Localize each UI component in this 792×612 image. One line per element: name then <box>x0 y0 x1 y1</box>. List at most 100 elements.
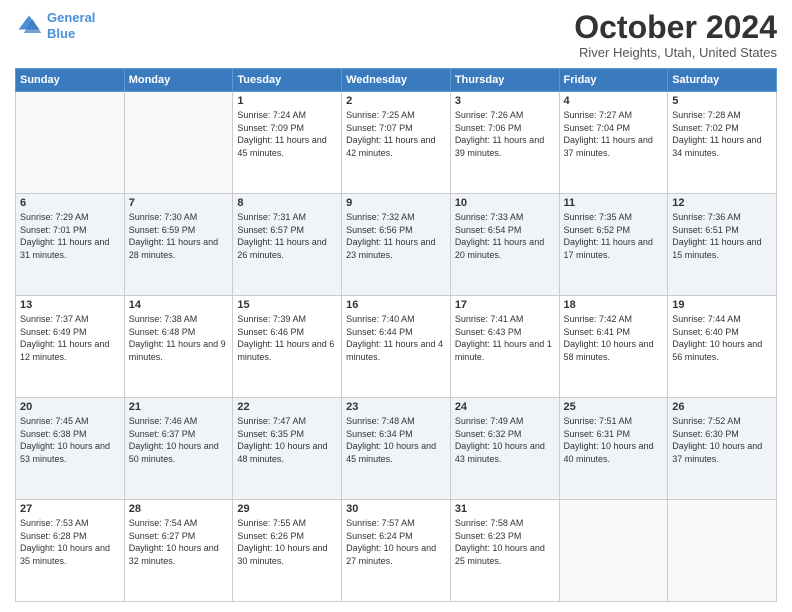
day-info: Sunrise: 7:40 AM Sunset: 6:44 PM Dayligh… <box>346 313 446 363</box>
day-info: Sunrise: 7:58 AM Sunset: 6:23 PM Dayligh… <box>455 517 555 567</box>
calendar-cell: 18 Sunrise: 7:42 AM Sunset: 6:41 PM Dayli… <box>559 296 668 398</box>
day-info: Sunrise: 7:57 AM Sunset: 6:24 PM Dayligh… <box>346 517 446 567</box>
day-number: 5 <box>672 95 772 107</box>
calendar-header-row: SundayMondayTuesdayWednesdayThursdayFrid… <box>16 69 777 92</box>
day-info: Sunrise: 7:31 AM Sunset: 6:57 PM Dayligh… <box>237 211 337 261</box>
day-number: 8 <box>237 197 337 209</box>
day-info: Sunrise: 7:48 AM Sunset: 6:34 PM Dayligh… <box>346 415 446 465</box>
day-info: Sunrise: 7:29 AM Sunset: 7:01 PM Dayligh… <box>20 211 120 261</box>
day-info: Sunrise: 7:47 AM Sunset: 6:35 PM Dayligh… <box>237 415 337 465</box>
day-number: 14 <box>129 299 229 311</box>
calendar-cell: 26Sunrise: 7:52 AM Sunset: 6:30 PM Dayli… <box>668 398 777 500</box>
month-title: October 2024 <box>574 10 777 45</box>
day-info: Sunrise: 7:32 AM Sunset: 6:56 PM Dayligh… <box>346 211 446 261</box>
calendar-cell <box>16 92 125 194</box>
calendar-cell: 28 Sunrise: 7:54 AM Sunset: 6:27 PM Dayli… <box>124 500 233 602</box>
day-info: Sunrise: 7:39 AM Sunset: 6:46 PM Dayligh… <box>237 313 337 363</box>
day-info: Sunrise: 7:28 AM Sunset: 7:02 PM Dayligh… <box>672 109 772 159</box>
day-info: Sunrise: 7:36 AM Sunset: 6:51 PM Dayligh… <box>672 211 772 261</box>
calendar-cell: 6 Sunrise: 7:29 AM Sunset: 7:01 PM Daylig… <box>16 194 125 296</box>
day-number: 11 <box>564 197 664 209</box>
calendar-cell: 19Sunrise: 7:44 AM Sunset: 6:40 PM Dayli… <box>668 296 777 398</box>
calendar-cell: 31 Sunrise: 7:58 AM Sunset: 6:23 PM Dayli… <box>450 500 559 602</box>
day-info: Sunrise: 7:53 AM Sunset: 6:28 PM Dayligh… <box>20 517 120 567</box>
calendar-cell: 7Sunrise: 7:30 AM Sunset: 6:59 PM Daylig… <box>124 194 233 296</box>
calendar-cell: 9Sunrise: 7:32 AM Sunset: 6:56 PM Daylig… <box>342 194 451 296</box>
logo-blue: Blue <box>47 26 75 41</box>
calendar-cell: 24Sunrise: 7:49 AM Sunset: 6:32 PM Dayli… <box>450 398 559 500</box>
day-number: 6 <box>20 197 120 209</box>
day-number: 1 <box>237 95 337 107</box>
day-number: 7 <box>129 197 229 209</box>
title-area: October 2024 River Heights, Utah, United… <box>574 10 777 60</box>
day-number: 22 <box>237 401 337 413</box>
day-number: 29 <box>237 503 337 515</box>
calendar-cell: 11 Sunrise: 7:35 AM Sunset: 6:52 PM Dayli… <box>559 194 668 296</box>
day-info: Sunrise: 7:25 AM Sunset: 7:07 PM Dayligh… <box>346 109 446 159</box>
weekday-header: Thursday <box>450 69 559 92</box>
day-number: 15 <box>237 299 337 311</box>
calendar-cell: 10 Sunrise: 7:33 AM Sunset: 6:54 PM Dayli… <box>450 194 559 296</box>
day-number: 16 <box>346 299 446 311</box>
header: General Blue October 2024 River Heights,… <box>15 10 777 60</box>
calendar-cell: 8 Sunrise: 7:31 AM Sunset: 6:57 PM Daylig… <box>233 194 342 296</box>
calendar-cell: 17Sunrise: 7:41 AM Sunset: 6:43 PM Dayli… <box>450 296 559 398</box>
day-number: 23 <box>346 401 446 413</box>
day-number: 25 <box>564 401 664 413</box>
weekday-header: Monday <box>124 69 233 92</box>
weekday-header: Tuesday <box>233 69 342 92</box>
day-number: 17 <box>455 299 555 311</box>
logo: General Blue <box>15 10 95 41</box>
calendar-cell: 3 Sunrise: 7:26 AM Sunset: 7:06 PM Daylig… <box>450 92 559 194</box>
calendar-cell <box>559 500 668 602</box>
day-info: Sunrise: 7:37 AM Sunset: 6:49 PM Dayligh… <box>20 313 120 363</box>
day-info: Sunrise: 7:26 AM Sunset: 7:06 PM Dayligh… <box>455 109 555 159</box>
day-number: 26 <box>672 401 772 413</box>
day-info: Sunrise: 7:38 AM Sunset: 6:48 PM Dayligh… <box>129 313 229 363</box>
day-info: Sunrise: 7:35 AM Sunset: 6:52 PM Dayligh… <box>564 211 664 261</box>
logo-general: General <box>47 10 95 25</box>
day-info: Sunrise: 7:45 AM Sunset: 6:38 PM Dayligh… <box>20 415 120 465</box>
calendar-cell: 12 Sunrise: 7:36 AM Sunset: 6:51 PM Dayli… <box>668 194 777 296</box>
day-number: 21 <box>129 401 229 413</box>
calendar-cell: 13 Sunrise: 7:37 AM Sunset: 6:49 PM Dayli… <box>16 296 125 398</box>
day-number: 20 <box>20 401 120 413</box>
day-info: Sunrise: 7:46 AM Sunset: 6:37 PM Dayligh… <box>129 415 229 465</box>
day-number: 30 <box>346 503 446 515</box>
day-number: 27 <box>20 503 120 515</box>
calendar: SundayMondayTuesdayWednesdayThursdayFrid… <box>15 68 777 602</box>
calendar-cell: 14 Sunrise: 7:38 AM Sunset: 6:48 PM Dayli… <box>124 296 233 398</box>
calendar-week-row: 6 Sunrise: 7:29 AM Sunset: 7:01 PM Daylig… <box>16 194 777 296</box>
day-number: 31 <box>455 503 555 515</box>
weekday-header: Saturday <box>668 69 777 92</box>
calendar-cell: 5 Sunrise: 7:28 AM Sunset: 7:02 PM Daylig… <box>668 92 777 194</box>
day-number: 13 <box>20 299 120 311</box>
calendar-cell: 29Sunrise: 7:55 AM Sunset: 6:26 PM Dayli… <box>233 500 342 602</box>
logo-icon <box>15 12 43 40</box>
calendar-week-row: 20 Sunrise: 7:45 AM Sunset: 6:38 PM Dayli… <box>16 398 777 500</box>
calendar-cell <box>124 92 233 194</box>
calendar-cell: 16 Sunrise: 7:40 AM Sunset: 6:44 PM Dayli… <box>342 296 451 398</box>
day-info: Sunrise: 7:54 AM Sunset: 6:27 PM Dayligh… <box>129 517 229 567</box>
calendar-cell: 22 Sunrise: 7:47 AM Sunset: 6:35 PM Dayli… <box>233 398 342 500</box>
calendar-cell: 1 Sunrise: 7:24 AM Sunset: 7:09 PM Daylig… <box>233 92 342 194</box>
calendar-cell: 30 Sunrise: 7:57 AM Sunset: 6:24 PM Dayli… <box>342 500 451 602</box>
day-number: 28 <box>129 503 229 515</box>
day-info: Sunrise: 7:49 AM Sunset: 6:32 PM Dayligh… <box>455 415 555 465</box>
weekday-header: Friday <box>559 69 668 92</box>
page: General Blue October 2024 River Heights,… <box>0 0 792 612</box>
day-number: 10 <box>455 197 555 209</box>
logo-text: General Blue <box>47 10 95 41</box>
day-number: 2 <box>346 95 446 107</box>
location: River Heights, Utah, United States <box>574 45 777 60</box>
day-number: 12 <box>672 197 772 209</box>
day-info: Sunrise: 7:44 AM Sunset: 6:40 PM Dayligh… <box>672 313 772 363</box>
day-info: Sunrise: 7:33 AM Sunset: 6:54 PM Dayligh… <box>455 211 555 261</box>
day-info: Sunrise: 7:42 AM Sunset: 6:41 PM Dayligh… <box>564 313 664 363</box>
calendar-cell: 21 Sunrise: 7:46 AM Sunset: 6:37 PM Dayli… <box>124 398 233 500</box>
day-info: Sunrise: 7:24 AM Sunset: 7:09 PM Dayligh… <box>237 109 337 159</box>
calendar-cell: 20 Sunrise: 7:45 AM Sunset: 6:38 PM Dayli… <box>16 398 125 500</box>
day-number: 3 <box>455 95 555 107</box>
calendar-week-row: 1 Sunrise: 7:24 AM Sunset: 7:09 PM Daylig… <box>16 92 777 194</box>
day-number: 18 <box>564 299 664 311</box>
